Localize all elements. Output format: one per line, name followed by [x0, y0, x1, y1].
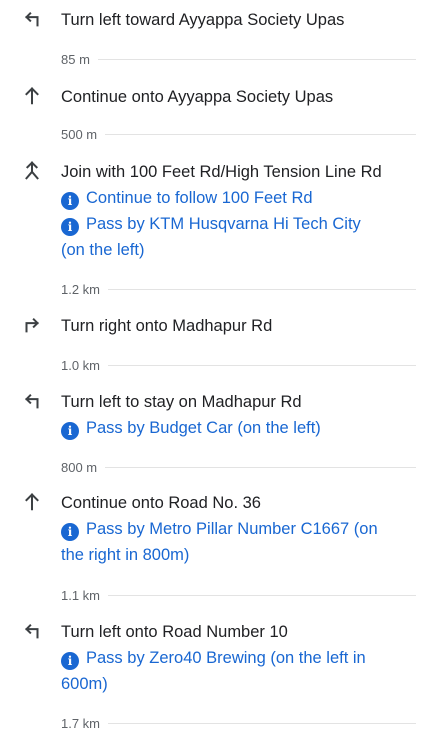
step-distance-row: 500 m	[61, 126, 416, 142]
turn-left-icon	[21, 619, 43, 641]
note-text: Pass by Zero40 Brewing (on the left in	[86, 649, 366, 667]
divider	[105, 133, 416, 135]
step-distance-row: 800 m	[61, 459, 416, 475]
divider	[105, 466, 416, 468]
step-instruction: Join with 100 Feet Rd/High Tension Line …	[61, 163, 382, 181]
divider	[108, 364, 416, 366]
straight-arrow-icon	[21, 84, 43, 106]
note-text: Continue to follow 100 Feet Rd	[86, 189, 313, 207]
info-icon: i	[61, 192, 79, 210]
step-instruction: Turn left onto Road Number 10	[61, 623, 288, 641]
step-distance: 800 m	[61, 459, 98, 475]
step-distance: 1.7 km	[61, 715, 101, 731]
step-instruction: Turn left toward Ayyappa Society Upas	[61, 11, 345, 29]
divider	[108, 594, 416, 596]
step-note[interactable]: i Continue to follow 100 Feet Rd	[61, 185, 413, 211]
note-text: 600m)	[61, 675, 108, 693]
step-instruction: Continue onto Road No. 36	[61, 494, 261, 512]
step-distance-row: 85 m	[61, 51, 416, 67]
note-text: the right in 800m)	[61, 546, 190, 564]
step-distance: 85 m	[61, 51, 90, 67]
step-distance-row: 1.0 km	[61, 357, 416, 373]
note-text: (on the left)	[61, 241, 145, 259]
step-instruction: Turn right onto Madhapur Rd	[61, 317, 273, 335]
turn-left-icon	[21, 7, 43, 29]
step-note[interactable]: i Pass by KTM Husqvarna Hi Tech City (on t…	[61, 211, 413, 263]
info-icon: i	[61, 523, 79, 541]
directions-list: Turn left toward Ayyappa Society Upas 85…	[0, 0, 430, 736]
step-distance-row: 1.2 km	[61, 281, 416, 297]
info-icon: i	[61, 422, 79, 440]
step-distance-row: 1.7 km	[61, 715, 416, 731]
note-text: Pass by KTM Husqvarna Hi Tech City	[86, 215, 361, 233]
step-distance-row: 1.1 km	[61, 587, 416, 603]
step-note[interactable]: i Pass by Budget Car (on the left)	[61, 415, 413, 441]
step-distance: 1.1 km	[61, 587, 101, 603]
step-distance: 500 m	[61, 126, 98, 142]
merge-icon	[21, 159, 43, 181]
step-distance: 1.2 km	[61, 281, 101, 297]
straight-arrow-icon	[21, 490, 43, 512]
step-instruction: Continue onto Ayyappa Society Upas	[61, 88, 334, 106]
turn-right-icon	[21, 313, 43, 335]
note-text: Pass by Metro Pillar Number C1667 (on	[86, 520, 378, 538]
info-icon: i	[61, 652, 79, 670]
step-note[interactable]: i Pass by Metro Pillar Number C1667 (on th…	[61, 516, 413, 568]
divider	[97, 58, 416, 60]
divider	[108, 722, 416, 724]
step-distance: 1.0 km	[61, 357, 101, 373]
step-instruction: Turn left to stay on Madhapur Rd	[61, 393, 302, 411]
turn-left-icon	[21, 389, 43, 411]
info-icon: i	[61, 218, 79, 236]
divider	[108, 288, 416, 290]
step-note[interactable]: i Pass by Zero40 Brewing (on the left in 6…	[61, 645, 413, 697]
note-text: Pass by Budget Car (on the left)	[86, 419, 321, 437]
